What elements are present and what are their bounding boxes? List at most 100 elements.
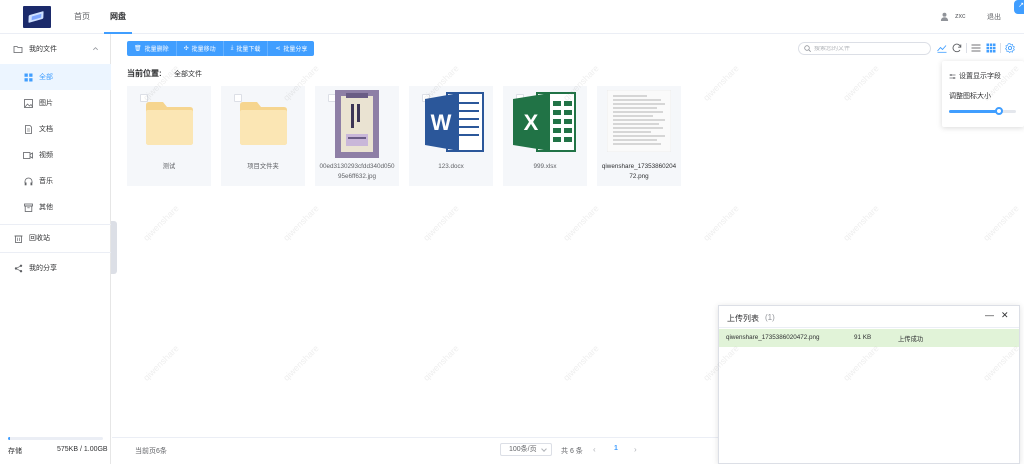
watermark-text: qiwenshare xyxy=(701,203,741,243)
file-card-excel[interactable]: X 999.xlsx xyxy=(503,86,587,186)
sidebar-share-label: 我的分享 xyxy=(29,265,57,272)
sidebar-recycle[interactable]: 回收站 xyxy=(0,225,111,251)
nav-home[interactable]: 首页 xyxy=(74,0,90,34)
word-icon: W xyxy=(425,92,484,152)
svg-text:X: X xyxy=(524,110,539,135)
sidebar-item-label: 图片 xyxy=(39,100,53,107)
sidebar-item-all[interactable]: 全部 xyxy=(0,64,111,90)
icon-size-slider[interactable] xyxy=(949,107,1016,115)
watermark-text: qiwenshare xyxy=(281,203,321,243)
upload-count: (1) xyxy=(765,313,775,322)
sidebar-item-images[interactable]: 图片 xyxy=(0,90,111,116)
watermark-text: qiwenshare xyxy=(701,63,741,103)
list-view-icon[interactable] xyxy=(971,43,981,53)
sidebar-item-label: 音乐 xyxy=(39,178,53,185)
upload-status: 上传成功 xyxy=(898,336,924,343)
search-input[interactable] xyxy=(814,45,924,52)
button-label: 批量移动 xyxy=(191,47,216,53)
sidebar-share[interactable]: 我的分享 xyxy=(0,255,111,281)
icon-size-label: 调整图标大小 xyxy=(949,93,991,100)
batch-move-button[interactable]: ✣ 批量移动 xyxy=(176,41,224,56)
batch-share-button[interactable]: ⋖ 批量分享 xyxy=(268,41,315,56)
watermark-text: qiwenshare xyxy=(981,203,1021,243)
icon-size-slider-fill xyxy=(949,110,1000,113)
batch-download-button[interactable]: ⤓ 批量下载 xyxy=(223,41,269,56)
file-card-word[interactable]: W 123.docx xyxy=(409,86,493,186)
sidebar-item-other[interactable]: 其他 xyxy=(0,194,111,220)
prev-page-button[interactable]: ‹ xyxy=(593,445,596,454)
storage-value: 575KB / 1.00GB xyxy=(57,446,108,453)
top-header: 首页 网盘 zxc 退出 ↗ xyxy=(0,0,1024,34)
search-box xyxy=(798,42,931,55)
storage-label: 存储 xyxy=(8,448,22,455)
document-icon xyxy=(23,124,33,134)
sidebar-item-music[interactable]: 音乐 xyxy=(0,168,111,194)
upload-row: qiwenshare_1735386020472.png 91 KB 上传成功 xyxy=(719,329,1019,347)
image-thumbnail xyxy=(335,90,379,158)
view-settings-popover: 设置显示字段 调整图标大小 xyxy=(942,61,1024,127)
file-card-image[interactable]: 00ed3130293cfdd340d05095e6ff632.jpg xyxy=(315,86,399,186)
sidebar-item-label: 文档 xyxy=(39,126,53,133)
file-name: 00ed3130293cfdd340d05095e6ff632.jpg xyxy=(319,163,395,180)
sidebar: 我的文件 全部 图片 文档 视频 音乐 其他 回收站 我的分享 xyxy=(0,34,111,464)
sidebar-my-files-label: 我的文件 xyxy=(29,46,57,53)
gear-icon[interactable] xyxy=(1005,43,1015,53)
batch-delete-button[interactable]: 🗑 批量删除 xyxy=(127,41,177,56)
watermark-text: qiwenshare xyxy=(561,203,601,243)
watermark-text: qiwenshare xyxy=(141,343,181,383)
batch-action-group: 🗑 批量删除 ✣ 批量移动 ⤓ 批量下载 ⋖ 批量分享 xyxy=(127,41,315,56)
svg-text:W: W xyxy=(431,110,452,135)
trash-icon: 🗑 xyxy=(134,46,142,52)
excel-icon: X xyxy=(513,92,576,152)
watermark-text: qiwenshare xyxy=(841,203,881,243)
username[interactable]: zxc xyxy=(955,13,966,20)
sidebar-item-label: 视频 xyxy=(39,152,53,159)
sidebar-collapse-handle[interactable] xyxy=(111,221,117,274)
pagination-bar: 当前页6条 100条/页 共 6 条 ‹ 1 › xyxy=(112,437,718,464)
nav-netdisk[interactable]: 网盘 xyxy=(104,0,132,34)
sidebar-my-files[interactable]: 我的文件 xyxy=(0,36,111,62)
current-page-count: 当前页6条 xyxy=(135,448,167,455)
storage-progress-bar xyxy=(8,437,103,440)
page-number-current[interactable]: 1 xyxy=(614,445,618,452)
file-card-png[interactable]: qiwenshare_1735386020472.png xyxy=(597,86,681,186)
breadcrumb-label: 当前位置: xyxy=(127,69,162,78)
chart-icon[interactable] xyxy=(937,43,947,53)
file-card-folder[interactable]: 项目文件夹 xyxy=(221,86,305,186)
watermark-text: qiwenshare xyxy=(841,63,881,103)
grid-view-icon[interactable] xyxy=(986,43,996,53)
set-display-fields-label: 设置显示字段 xyxy=(959,73,1001,80)
user-icon xyxy=(940,12,949,21)
upload-list-title: 上传列表 xyxy=(727,314,759,323)
set-display-fields[interactable]: 设置显示字段 xyxy=(949,71,1001,81)
watermark-text: qiwenshare xyxy=(561,343,601,383)
page-size-select[interactable]: 100条/页 xyxy=(500,443,552,456)
logo[interactable] xyxy=(23,6,51,28)
logout-link[interactable]: 退出 xyxy=(987,12,1001,22)
chat-icon[interactable]: ↗ xyxy=(1014,0,1024,14)
toolbar-divider xyxy=(1000,43,1001,53)
refresh-icon[interactable] xyxy=(952,43,962,53)
sidebar-item-videos[interactable]: 视频 xyxy=(0,142,111,168)
move-icon: ✣ xyxy=(183,46,189,52)
upload-file-name: qiwenshare_1735386020472.png xyxy=(726,334,820,341)
sliders-icon xyxy=(949,73,956,79)
minimize-button[interactable]: — xyxy=(985,310,994,320)
share-icon xyxy=(13,263,23,273)
watermark-text: qiwenshare xyxy=(281,343,321,383)
file-name: 项目文件夹 xyxy=(247,163,279,170)
breadcrumb[interactable]: 全部文件 xyxy=(174,69,202,79)
upload-list-panel: 上传列表 (1) — ✕ qiwenshare_1735386020472.pn… xyxy=(718,305,1020,464)
folder-icon xyxy=(13,44,23,54)
sidebar-divider xyxy=(0,252,111,253)
next-page-button[interactable]: › xyxy=(634,445,637,454)
close-button[interactable]: ✕ xyxy=(1001,310,1009,321)
storage-progress-fill xyxy=(8,437,10,440)
upload-file-size: 91 KB xyxy=(854,334,872,341)
file-card-folder[interactable]: 测试 xyxy=(127,86,211,186)
button-label: 批量分享 xyxy=(283,47,308,53)
chevron-up-icon[interactable] xyxy=(92,45,99,52)
sidebar-recycle-label: 回收站 xyxy=(29,235,50,242)
icon-size-slider-thumb[interactable] xyxy=(995,107,1004,115)
sidebar-item-docs[interactable]: 文档 xyxy=(0,116,111,142)
